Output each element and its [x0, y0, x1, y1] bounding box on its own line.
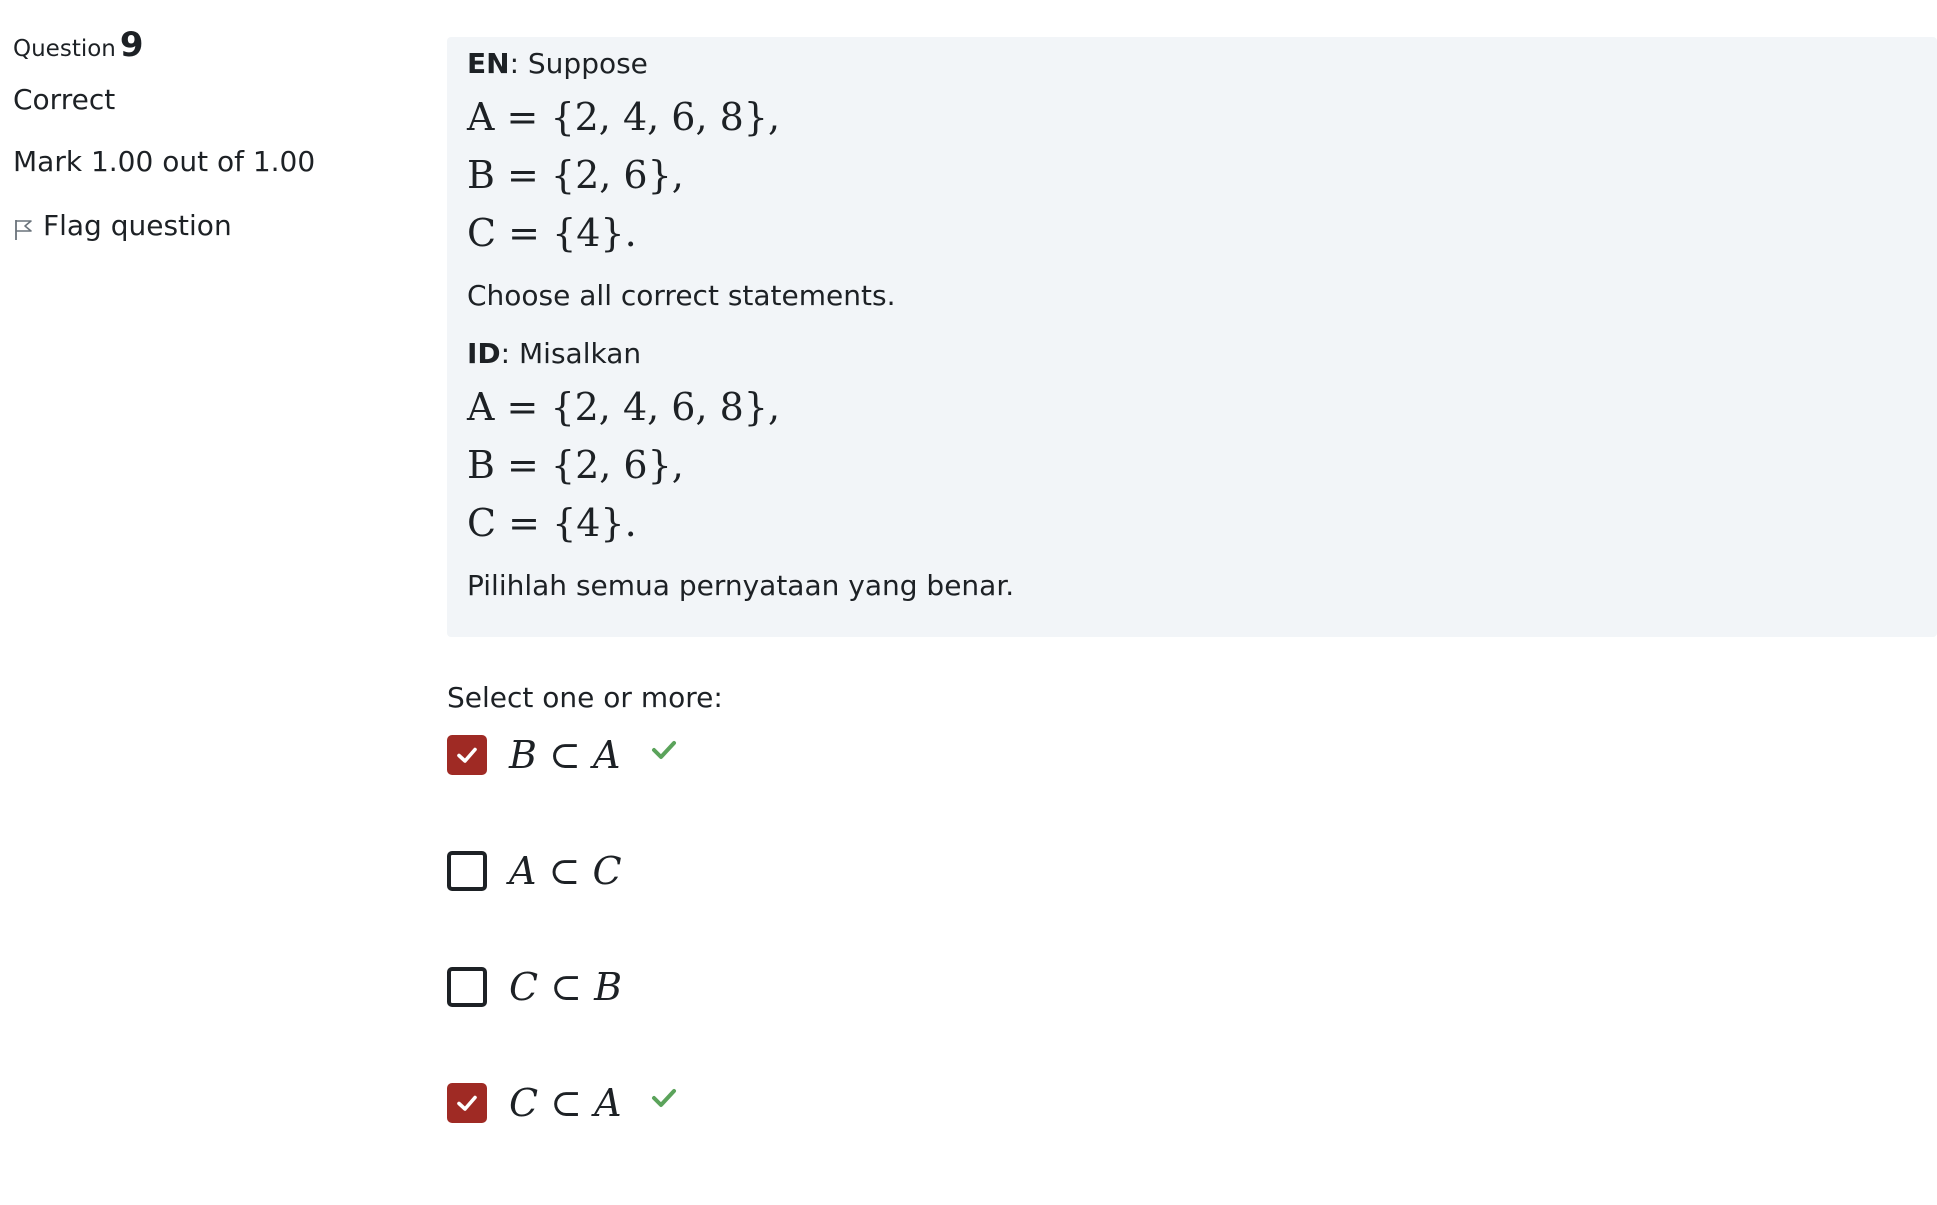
option-3-operator: ⊂	[550, 965, 583, 1009]
question-text-box: EN: Suppose A = {2, 4, 6, 8}, B = {2, 6}…	[447, 37, 1937, 637]
option-4-checkbox[interactable]	[447, 1083, 487, 1123]
option-3-label[interactable]: C ⊂ B	[509, 965, 649, 1009]
flag-icon	[15, 220, 32, 240]
id-set-b: B = {2, 6},	[467, 443, 684, 487]
id-instruction: Pilihlah semua pernyataan yang benar.	[467, 569, 1015, 602]
answer-option-3: C ⊂ B	[447, 965, 649, 1009]
en-set-a: A = {2, 4, 6, 8},	[467, 95, 781, 139]
quiz-question: Question 9 Correct Mark 1.00 out of 1.00 …	[0, 0, 1937, 1205]
answer-option-2: A ⊂ C	[447, 849, 649, 893]
option-1-right: A	[592, 733, 621, 777]
correct-check-icon	[652, 1089, 676, 1107]
question-number-heading: Question 9	[13, 26, 413, 64]
en-instruction: Choose all correct statements.	[467, 279, 896, 312]
en-set-b: B = {2, 6},	[467, 153, 684, 197]
option-2-checkbox[interactable]	[447, 851, 487, 891]
en-set-c: C = {4}.	[467, 211, 637, 255]
checkmark-icon	[457, 747, 477, 763]
option-3-checkbox[interactable]	[447, 967, 487, 1007]
id-intro: : Misalkan	[500, 337, 642, 370]
option-3-left: C	[509, 965, 539, 1009]
id-tag: ID	[467, 337, 501, 370]
option-1-checkbox[interactable]	[447, 735, 487, 775]
answer-option-1: B ⊂ A	[447, 733, 677, 777]
question-grade: Mark 1.00 out of 1.00	[13, 145, 316, 178]
id-intro-line: ID: Misalkan	[467, 337, 641, 370]
question-state: Correct	[13, 83, 116, 116]
option-4-operator: ⊂	[550, 1081, 583, 1125]
en-intro-line: EN: Suppose	[467, 47, 648, 80]
flag-question-link[interactable]: Flag question	[13, 210, 413, 242]
checkmark-icon	[457, 1095, 477, 1111]
option-2-label[interactable]: A ⊂ C	[509, 849, 649, 893]
option-4-left: C	[509, 1081, 539, 1125]
correct-check-icon	[652, 741, 676, 759]
answer-option-4: C ⊂ A	[447, 1081, 677, 1125]
question-number: 9	[119, 25, 144, 65]
id-set-c: C = {4}.	[467, 501, 637, 545]
option-4-label[interactable]: C ⊂ A	[509, 1081, 649, 1125]
id-set-a: A = {2, 4, 6, 8},	[467, 385, 781, 429]
option-1-operator: ⊂	[549, 733, 581, 777]
answer-prompt: Select one or more:	[447, 681, 723, 714]
flag-question-label: Flag question	[43, 209, 232, 242]
option-4-right: A	[594, 1081, 622, 1125]
option-1-label[interactable]: B ⊂ A	[509, 733, 649, 777]
option-2-left: A	[509, 849, 537, 893]
question-word: Question	[13, 36, 116, 62]
option-1-left: B	[509, 733, 537, 777]
option-2-right: C	[592, 849, 622, 893]
en-tag: EN	[467, 47, 510, 80]
question-info: Question 9 Correct Mark 1.00 out of 1.00 …	[13, 26, 413, 242]
option-2-operator: ⊂	[548, 849, 581, 893]
en-intro: : Suppose	[509, 47, 648, 80]
option-3-right: B	[594, 965, 623, 1009]
